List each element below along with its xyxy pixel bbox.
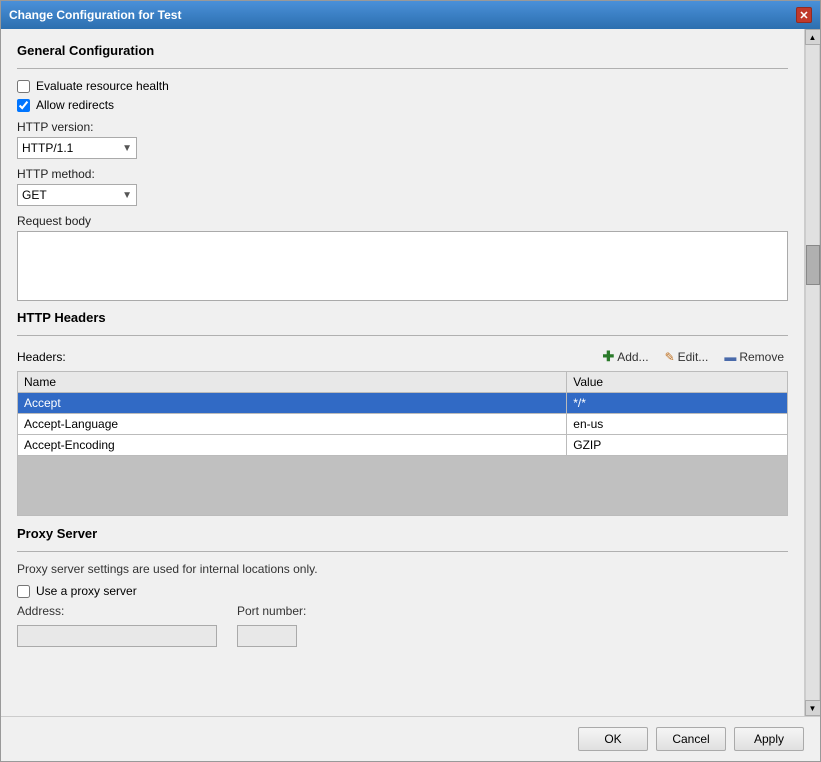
address-row: Address: Port number: [17,604,788,647]
http-method-value: GET [22,188,122,202]
address-input[interactable] [17,625,217,647]
row-name: Accept [18,393,567,414]
cancel-button[interactable]: Cancel [656,727,726,751]
table-row[interactable]: Accept-Encoding GZIP [18,435,788,456]
main-window: Change Configuration for Test ✕ General … [0,0,821,762]
http-version-dropdown[interactable]: HTTP/1.1 ▼ [17,137,137,159]
use-proxy-row: Use a proxy server [17,584,788,598]
table-empty-row [18,456,788,516]
proxy-server-section: Proxy Server Proxy server settings are u… [17,526,788,647]
request-body-label: Request body [17,214,788,228]
http-version-label: HTTP version: [17,120,788,134]
scrollbar[interactable]: ▲ ▼ [804,29,820,716]
divider-1 [17,68,788,69]
row-value: en-us [567,414,788,435]
main-scroll[interactable]: General Configuration Evaluate resource … [1,29,804,716]
remove-label: Remove [739,350,784,364]
proxy-server-title: Proxy Server [17,526,788,541]
edit-label: Edit... [678,350,709,364]
use-proxy-checkbox[interactable] [17,585,30,598]
divider-2 [17,335,788,336]
content-area: General Configuration Evaluate resource … [1,29,820,716]
edit-icon: ✎ [665,350,675,364]
row-name: Accept-Language [18,414,567,435]
allow-redirects-row: Allow redirects [17,98,788,112]
proxy-description: Proxy server settings are used for inter… [17,562,788,576]
scroll-up-button[interactable]: ▲ [805,29,821,45]
http-method-dropdown[interactable]: GET ▼ [17,184,137,206]
scroll-down-button[interactable]: ▼ [805,700,821,716]
ok-button[interactable]: OK [578,727,648,751]
add-icon: ✚ [602,348,614,365]
evaluate-health-row: Evaluate resource health [17,79,788,93]
scroll-thumb[interactable] [806,245,820,285]
edit-header-button[interactable]: ✎ Edit... [661,348,713,366]
row-name: Accept-Encoding [18,435,567,456]
close-button[interactable]: ✕ [796,7,812,23]
http-headers-section: HTTP Headers Headers: ✚ Add... ✎ Edit...… [17,310,788,516]
col-name: Name [18,372,567,393]
http-version-value: HTTP/1.1 [22,141,122,155]
http-version-arrow-icon: ▼ [122,143,132,154]
port-label: Port number: [237,604,306,618]
evaluate-health-label: Evaluate resource health [36,79,169,93]
headers-table: Name Value Accept */* Accept-Language en… [17,371,788,516]
add-label: Add... [617,350,648,364]
http-method-arrow-icon: ▼ [122,190,132,201]
headers-toolbar: Headers: ✚ Add... ✎ Edit... ▬ Remove [17,346,788,367]
window-title: Change Configuration for Test [9,8,181,22]
col-value: Value [567,372,788,393]
row-value: */* [567,393,788,414]
allow-redirects-checkbox[interactable] [17,99,30,112]
port-group: Port number: [237,604,306,647]
http-headers-title: HTTP Headers [17,310,788,325]
request-body-textarea[interactable] [17,231,788,301]
remove-icon: ▬ [724,350,736,364]
remove-header-button[interactable]: ▬ Remove [720,348,788,366]
bottom-bar: OK Cancel Apply [1,716,820,761]
add-header-button[interactable]: ✚ Add... [598,346,652,367]
scroll-track[interactable] [805,45,820,700]
apply-button[interactable]: Apply [734,727,804,751]
port-input[interactable] [237,625,297,647]
headers-label: Headers: [17,350,590,364]
table-row[interactable]: Accept */* [18,393,788,414]
empty-cell [18,456,788,516]
use-proxy-label: Use a proxy server [36,584,137,598]
general-config-title: General Configuration [17,43,788,58]
address-group: Address: [17,604,217,647]
general-config-section: General Configuration Evaluate resource … [17,43,788,304]
title-bar: Change Configuration for Test ✕ [1,1,820,29]
row-value: GZIP [567,435,788,456]
table-row[interactable]: Accept-Language en-us [18,414,788,435]
address-label: Address: [17,604,217,618]
table-header-row: Name Value [18,372,788,393]
divider-3 [17,551,788,552]
allow-redirects-label: Allow redirects [36,98,114,112]
http-method-label: HTTP method: [17,167,788,181]
evaluate-health-checkbox[interactable] [17,80,30,93]
